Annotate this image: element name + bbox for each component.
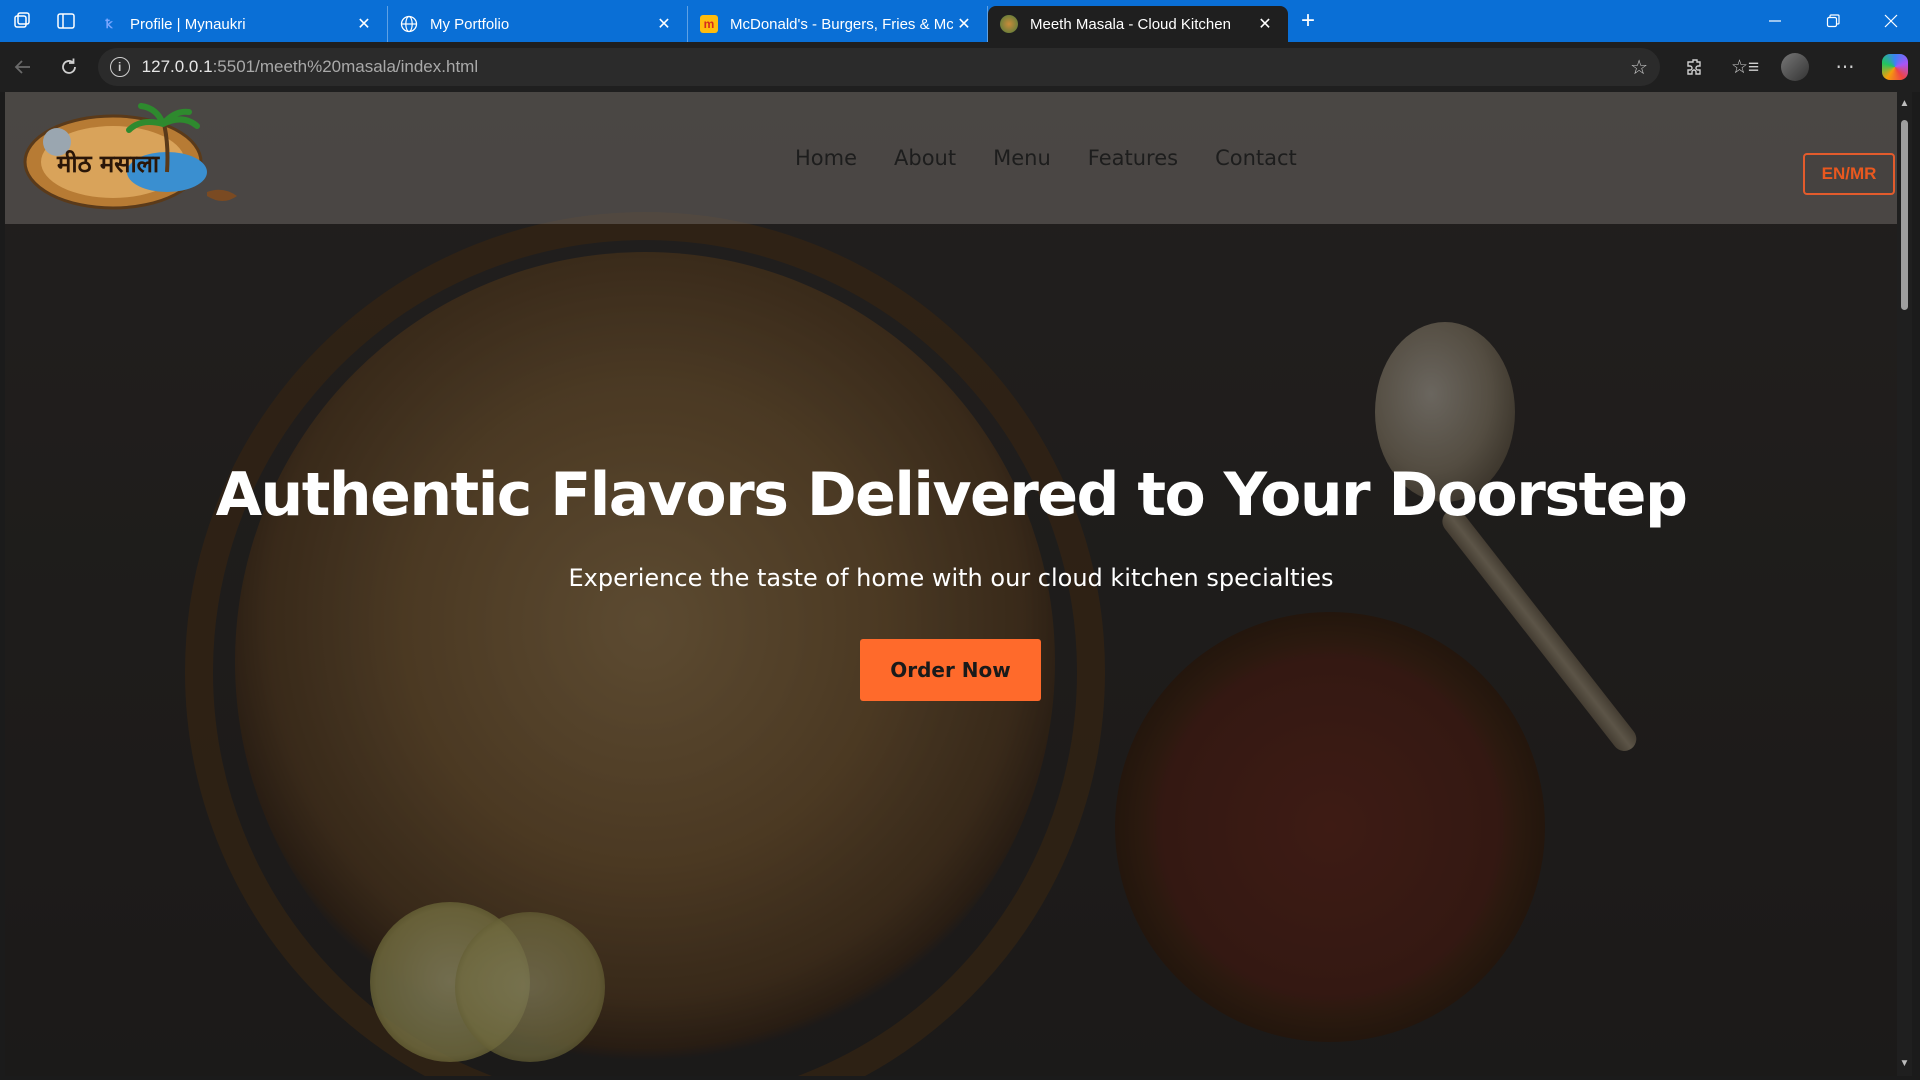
profile-avatar[interactable] xyxy=(1781,53,1809,81)
restore-icon[interactable] xyxy=(1804,0,1862,42)
favorite-star-icon[interactable]: ☆ xyxy=(1630,55,1648,80)
minimize-icon[interactable] xyxy=(1746,0,1804,42)
scroll-up-arrow-icon[interactable]: ▲ xyxy=(1897,96,1912,112)
close-tab-icon[interactable]: ✕ xyxy=(1254,14,1276,34)
copilot-icon[interactable] xyxy=(1882,54,1908,80)
close-tab-icon[interactable]: ✕ xyxy=(353,14,375,34)
tab-title: Profile | Mynaukri xyxy=(130,15,246,33)
reload-icon[interactable] xyxy=(46,47,92,87)
close-tab-icon[interactable]: ✕ xyxy=(653,14,675,34)
close-window-icon[interactable] xyxy=(1862,0,1920,42)
site-info-icon[interactable]: i xyxy=(109,57,130,77)
tab-title: Meeth Masala - Cloud Kitchen xyxy=(1030,15,1231,33)
address-bar[interactable]: i 127.0.0.1:5501/meeth%20masala/index.ht… xyxy=(97,48,1660,86)
page-scrollbar[interactable]: ▲ ▼ xyxy=(1897,92,1912,1076)
meeth-masala-favicon xyxy=(1000,15,1018,33)
mynaukri-favicon: ꝁ xyxy=(105,17,113,31)
tab-portfolio[interactable]: My Portfolio ✕ xyxy=(388,6,688,42)
globe-icon xyxy=(400,15,418,33)
url-path: :5501/meeth%20masala/index.html xyxy=(212,57,479,76)
more-options-icon[interactable]: ⋯ xyxy=(1820,47,1870,87)
close-tab-icon[interactable]: ✕ xyxy=(953,14,975,34)
tab-meeth-masala[interactable]: Meeth Masala - Cloud Kitchen ✕ xyxy=(988,6,1288,42)
hero-subtitle: Experience the taste of home with our cl… xyxy=(568,564,1334,592)
url-host: 127.0.0.1 xyxy=(141,57,213,76)
favorites-icon[interactable]: ☆≡ xyxy=(1720,47,1770,87)
page-viewport: मीठ मसाला Home About Menu Features Conta… xyxy=(5,92,1897,1076)
browser-toolbar: i 127.0.0.1:5501/meeth%20masala/index.ht… xyxy=(0,42,1920,92)
hero-section: Authentic Flavors Delivered to Your Door… xyxy=(5,92,1897,1076)
scroll-down-arrow-icon[interactable]: ▼ xyxy=(1897,1056,1912,1072)
scrollbar-thumb[interactable] xyxy=(1901,120,1908,310)
back-icon[interactable] xyxy=(0,47,46,87)
workspaces-icon[interactable] xyxy=(0,0,44,42)
new-tab-button[interactable]: + xyxy=(1288,3,1328,39)
url-text[interactable]: 127.0.0.1:5501/meeth%20masala/index.html xyxy=(142,57,1630,77)
tab-title: McDonald's - Burgers, Fries & Mc xyxy=(730,15,953,33)
hero-title: Authentic Flavors Delivered to Your Door… xyxy=(215,460,1688,530)
tab-mynaukri[interactable]: ꝁ Profile | Mynaukri ✕ xyxy=(88,6,388,42)
tab-actions-icon[interactable] xyxy=(44,0,88,42)
mcdonalds-favicon: m xyxy=(700,15,718,33)
tab-mcdonalds[interactable]: m McDonald's - Burgers, Fries & Mc ✕ xyxy=(688,6,988,42)
extensions-icon[interactable] xyxy=(1670,47,1720,87)
window-controls xyxy=(1746,0,1920,42)
browser-tab-bar: ꝁ Profile | Mynaukri ✕ My Portfolio ✕ m … xyxy=(0,0,1920,42)
order-now-button[interactable]: Order Now xyxy=(860,639,1041,701)
tab-title: My Portfolio xyxy=(430,15,510,33)
